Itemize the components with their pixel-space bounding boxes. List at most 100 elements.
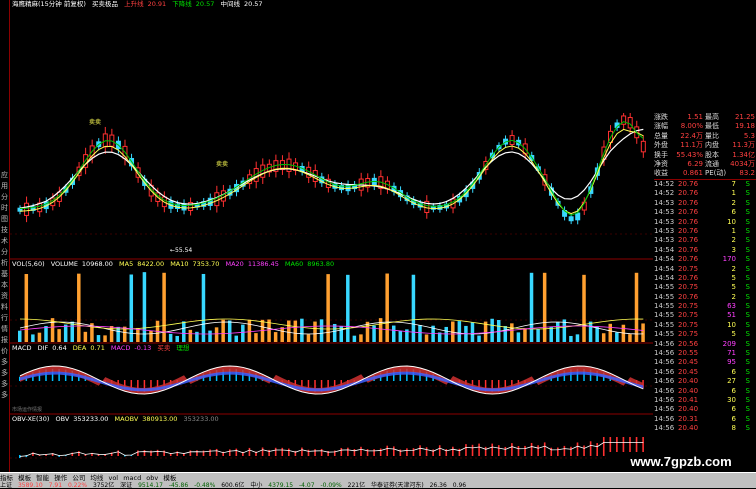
status-extra1: 26.36 (429, 482, 447, 489)
dif-label: DIF (37, 344, 49, 352)
tick-price: 20.40 (678, 386, 699, 395)
volume-bar (615, 332, 619, 342)
sidebar-tab[interactable]: 多 (0, 379, 9, 390)
tick-row: 14:55 20.75 51 S (654, 311, 756, 320)
macd-extra2: 理想 (176, 344, 190, 352)
tick-row: 14:55 20.75 10 S (654, 321, 756, 330)
quote-cell: 流通 (705, 159, 719, 168)
obv-bar (379, 448, 382, 456)
volume-bar (195, 331, 199, 342)
tick-row: 14:52 20.76 7 S (654, 180, 756, 189)
vol-panel-title: VOL(5,60) VOLUME 10968.00 MA5 8422.00 MA10… (12, 260, 338, 269)
tick-row: 14:56 20.41 30 S (654, 396, 756, 405)
tick-price: 20.76 (678, 236, 699, 245)
sidebar-tab[interactable]: 多 (0, 368, 9, 379)
volume-bar (96, 335, 101, 342)
sidebar-tab[interactable]: 技 (0, 225, 9, 236)
tick-dir: S (745, 283, 750, 292)
tick-time: 14:55 (654, 283, 675, 292)
obv-bars (19, 437, 644, 459)
tick-price: 20.76 (678, 189, 699, 198)
tick-dir: S (745, 236, 750, 245)
sidebar-tab[interactable]: 价 (0, 346, 9, 357)
obv-bar (537, 445, 539, 456)
tick-dir: S (745, 405, 750, 414)
sidebar-tab[interactable]: 用 (0, 181, 9, 192)
tick-vol: 10 (727, 320, 736, 329)
volume-bar (306, 334, 311, 342)
tick-price: 20.76 (678, 198, 699, 207)
tick-time: 14:52 (654, 180, 675, 188)
volume-bar (444, 326, 448, 342)
obv-bar (228, 449, 231, 456)
obv-bar (288, 448, 290, 456)
tick-price: 20.76 (678, 226, 699, 235)
volume-label: VOLUME (50, 260, 78, 268)
volume-bar (385, 273, 389, 342)
status-sz-amount: 600.6亿 (221, 482, 245, 489)
status-zx-amount: 221亿 (347, 482, 366, 489)
sidebar-tab[interactable]: 料 (0, 302, 9, 313)
volume-bar (542, 272, 547, 342)
sidebar-tab[interactable]: 本 (0, 280, 9, 291)
status-broker[interactable]: 华泰证券(天津河东) (371, 482, 424, 489)
volume-bar (31, 334, 35, 342)
status-sh-pct: 0.22% (67, 482, 88, 489)
tick-row: 14:56 20.40 27 S (654, 377, 756, 386)
status-zx-change: -4.07 (299, 482, 315, 489)
tick-price: 20.45 (678, 358, 699, 367)
obv-bar (452, 446, 454, 456)
status-sz-change: -45.86 (168, 482, 189, 489)
tick-row: 14:54 20.76 5 S (654, 274, 756, 283)
quote-cell: 量比 (705, 131, 719, 140)
obv-bar (596, 443, 598, 456)
volume-bar (503, 326, 508, 342)
tick-vol: 2 (731, 198, 736, 207)
tick-vol: 1 (731, 226, 736, 235)
obv-bar (504, 446, 507, 456)
sidebar-tab[interactable]: 行 (0, 313, 9, 324)
obv-bar (576, 442, 579, 456)
sidebar-tab[interactable]: 应 (0, 170, 9, 181)
sidebar-tab[interactable]: 析 (0, 258, 9, 269)
watermark: www.7gpzb.com (606, 452, 756, 472)
tick-price: 20.45 (678, 367, 699, 376)
sidebar-tab[interactable]: 报 (0, 335, 9, 346)
sidebar-tab[interactable]: 分 (0, 247, 9, 258)
sidebar-tab[interactable]: 情 (0, 324, 9, 335)
quote-cell: 19.18 (734, 122, 755, 131)
tick-vol: 170 (722, 255, 736, 264)
volume-bar (18, 330, 22, 342)
sidebar-tab[interactable]: 时 (0, 203, 9, 214)
obv-bar (530, 442, 533, 456)
volume-bar (70, 321, 74, 342)
tick-vol: 6 (731, 208, 736, 217)
sidebar-tab[interactable]: 多 (0, 357, 9, 368)
tick-price: 20.75 (678, 311, 699, 320)
sidebar-tab[interactable]: 分 (0, 192, 9, 203)
obv-bar (248, 447, 251, 456)
status-extra2: 0.96 (452, 482, 467, 489)
status-zx-pct: -0.09% (320, 482, 342, 489)
obv-bar (117, 450, 120, 456)
quote-panel: 涨跌 1.51 最高 21.25 涨幅 8.00% 最低 19.18 总量 22.4万 量比 5.3 外… (654, 0, 756, 472)
obv-bar (340, 447, 343, 456)
volume-bar (247, 319, 252, 342)
sidebar-tab[interactable]: 资 (0, 291, 9, 302)
tick-dir: S (745, 245, 750, 254)
tick-price: 20.56 (678, 339, 699, 348)
volume-bar (457, 321, 462, 342)
volume-bar (208, 330, 212, 342)
quote-cell: 11.3万 (732, 141, 755, 150)
sidebar-tab[interactable]: 多 (0, 390, 9, 401)
sidebar-tab[interactable]: 术 (0, 236, 9, 247)
quote-cell: PE(动) (705, 169, 727, 178)
sidebar-tab[interactable]: 基 (0, 269, 9, 280)
quote-cell: 83.2 (739, 169, 755, 178)
tick-list: 14:52 20.76 7 S 14:52 20.76 1 S 14:53 20.76 2 S 14:5… (654, 179, 756, 434)
obv-bar (261, 447, 264, 456)
tick-dir: S (745, 180, 750, 188)
tick-vol: 5 (731, 330, 736, 339)
tick-row: 14:56 20.45 95 S (654, 358, 756, 367)
sidebar-tab[interactable]: 图 (0, 214, 9, 225)
